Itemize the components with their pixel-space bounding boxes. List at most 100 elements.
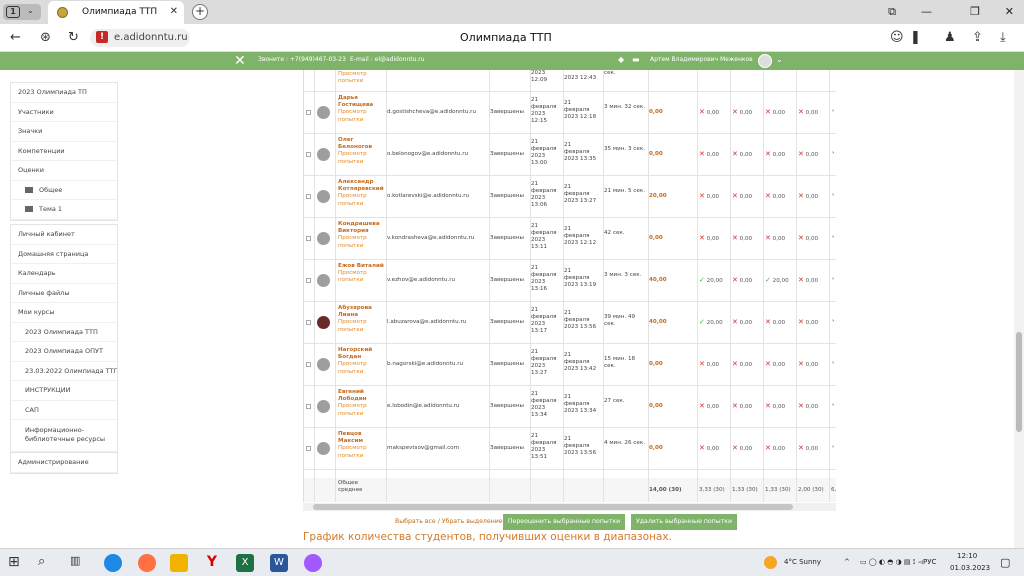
question-1-score[interactable]: ✕ 0,00 [699,192,719,200]
question-1-score[interactable]: ✕ 0,00 [699,402,719,410]
question-2-score[interactable]: ✕ 0,00 [732,444,752,452]
nav-dashboard[interactable]: Личный кабинет [11,225,117,245]
weather-text[interactable]: 4°C Sunny [784,558,821,566]
question-3-score[interactable]: ✕ 0,00 [765,402,785,410]
clock-time[interactable]: 12:10 [957,552,977,560]
student-name-link[interactable]: Ежов Виталий Просмотр попытки [338,263,386,285]
question-1-score[interactable]: ✕ 0,00 [699,444,719,452]
minimize-icon[interactable]: — [921,5,932,18]
security-warning-icon[interactable]: ! [96,31,108,43]
question-3-score[interactable]: ✓ 20,00 [765,276,789,284]
delete-selected-button[interactable]: Удалить выбранные попытки [631,514,737,530]
student-name-link[interactable]: Олег Белоногов Просмотр попытки [338,137,386,166]
question-2-score[interactable]: ✕ 0,00 [732,108,752,116]
email-contact[interactable]: E-mail : el@adidonntu.ru [350,56,425,63]
profile-icon[interactable]: ⊛ [40,30,51,45]
user-avatar-icon[interactable] [317,316,330,329]
row-checkbox[interactable] [306,110,311,115]
question-4-score[interactable]: ✕ 0,00 [798,276,818,284]
review-attempt-link[interactable]: Просмотр попытки [338,235,367,248]
question-2-score[interactable]: ✕ 0,00 [732,318,752,326]
task-view-icon[interactable]: ▥ [70,554,88,572]
select-all-link[interactable]: Выбрать все / Убрать выделение [395,518,503,525]
scrollbar-thumb[interactable] [1016,332,1022,432]
review-attempt-link[interactable]: Просмотр попытки [338,193,367,206]
row-checkbox[interactable] [306,152,311,157]
nav-instructions[interactable]: ИНСТРУКЦИИ [11,381,117,401]
question-4-score[interactable]: ✕ 0,00 [798,444,818,452]
student-name-link[interactable]: Нагорский Богдан Просмотр попытки [338,347,386,376]
nav-competencies[interactable]: Компетенции [11,142,117,161]
attempt-grade[interactable]: 40,00 [649,319,697,325]
extension-avatar-icon[interactable]: ♟ [944,30,956,45]
nav-my-courses[interactable]: Мои курсы [11,303,117,323]
question-3-score[interactable]: ✕ 0,00 [765,192,785,200]
nav-course-oput-2023[interactable]: 2023 Олимпиада ОПУТ [11,342,117,362]
file-explorer-icon[interactable] [170,554,188,572]
user-avatar-icon[interactable] [317,190,330,203]
question-3-score[interactable]: ✕ 0,00 [765,234,785,242]
nav-home[interactable]: Домашняя страница [11,245,117,264]
student-name-link[interactable]: Кондрашева Виктория Просмотр попытки [338,221,386,250]
question-2-score[interactable]: ✕ 0,00 [732,234,752,242]
url-field[interactable]: ! e.adidonntu.ru [90,29,190,47]
notifications-icon[interactable]: ▢ [1000,556,1010,569]
question-1-score[interactable]: ✕ 0,00 [699,360,719,368]
nav-general[interactable]: Общее [11,181,117,200]
user-avatar-icon[interactable] [317,274,330,287]
row-checkbox[interactable] [306,194,311,199]
question-3-score[interactable]: ✕ 0,00 [765,360,785,368]
question-4-score[interactable]: ✕ 0,00 [798,150,818,158]
nav-administration[interactable]: Администрирование [11,453,117,473]
question-2-score[interactable]: ✕ 0,00 [732,192,752,200]
attempt-grade[interactable]: 0,00 [649,445,697,451]
question-4-score[interactable]: ✕ 0,00 [798,192,818,200]
user-avatar-icon[interactable] [317,442,330,455]
nav-grades[interactable]: Оценки [11,161,117,181]
firefox-icon[interactable] [138,554,156,572]
nav-calendar[interactable]: Календарь [11,264,117,284]
translate-icon[interactable]: ☺ [890,30,904,45]
question-4-score[interactable]: ✕ 0,00 [798,318,818,326]
question-3-score[interactable]: ✕ 0,00 [765,444,785,452]
nav-sap[interactable]: САП [11,401,117,420]
review-attempt-link[interactable]: Просмотр попытки [338,319,367,332]
review-attempt-link[interactable]: Просмотр попытки [338,71,386,85]
close-window-icon[interactable]: ✕ [1005,5,1014,18]
review-attempt-link[interactable]: Просмотр попытки [338,270,367,283]
close-drawer-icon[interactable]: ✕ [234,52,246,70]
attempt-grade[interactable]: 0,00 [649,403,697,409]
question-4-score[interactable]: ✕ 0,00 [798,402,818,410]
question-4-score[interactable]: ✕ 0,00 [798,360,818,368]
word-icon[interactable]: W [270,554,288,572]
nav-topic-1[interactable]: Тема 1 [11,200,117,220]
student-name-link[interactable]: Абузярова Лиана Просмотр попытки [338,305,386,334]
messages-icon[interactable]: ▬ [632,55,640,64]
user-avatar-icon[interactable] [317,358,330,371]
question-1-score[interactable]: ✓ 20,00 [699,318,723,326]
tab-counter-button[interactable]: 1 ⌄ [3,4,41,20]
question-2-score[interactable]: ✕ 0,00 [732,360,752,368]
question-2-score[interactable]: ✕ 0,00 [732,150,752,158]
back-arrow-icon[interactable]: ← [10,30,21,45]
review-attempt-link[interactable]: Просмотр попытки [338,151,367,164]
row-checkbox[interactable] [306,404,311,409]
attempt-grade[interactable]: 0,00 [649,151,697,157]
tab-active[interactable]: Олимпиада ТТП ✕ [48,1,184,24]
language-indicator[interactable]: РУС [923,558,936,566]
app-icon[interactable] [304,554,322,572]
attempt-grade[interactable]: 0,00 [649,109,697,115]
row-checkbox[interactable] [306,320,311,325]
user-avatar-icon[interactable] [317,106,330,119]
question-4-score[interactable]: ✕ 0,00 [798,234,818,242]
question-3-score[interactable]: ✕ 0,00 [765,108,785,116]
question-3-score[interactable]: ✕ 0,00 [765,318,785,326]
question-1-score[interactable]: ✕ 0,00 [699,108,719,116]
clock-date[interactable]: 01.03.2023 [950,564,990,572]
question-3-score[interactable]: ✕ 0,00 [765,150,785,158]
nav-badges[interactable]: Значки [11,122,117,142]
nav-participants[interactable]: Участники [11,103,117,122]
weather-sun-icon[interactable] [764,556,777,569]
reload-icon[interactable]: ↻ [68,30,79,45]
vertical-scrollbar[interactable] [1014,70,1024,548]
